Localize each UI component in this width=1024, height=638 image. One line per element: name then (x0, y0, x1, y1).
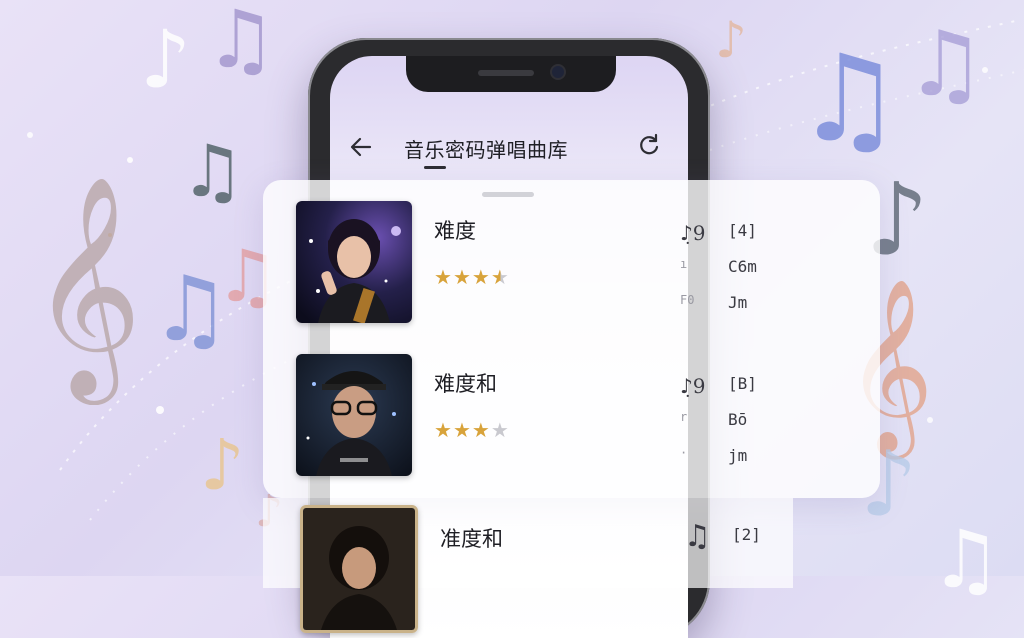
arrow-left-icon (350, 137, 372, 157)
meta-value: r (680, 410, 688, 424)
album-cover (300, 505, 418, 633)
star-icon: ★ (471, 265, 491, 289)
meta-value: F0 (680, 293, 695, 307)
treble-clef-icon: 𝄞 (30, 174, 143, 395)
refresh-button[interactable] (636, 132, 662, 164)
song-meta-left: ♫ (684, 519, 724, 555)
back-button[interactable] (348, 134, 374, 166)
meta-value: Jm (728, 293, 748, 312)
meta-value: ♪̣9 (680, 374, 706, 398)
music-note-icon: ♫ (180, 129, 245, 213)
song-meta-left: ♪̣9 ı F0 (680, 221, 720, 329)
song-row[interactable]: 难度和 ★★★★ ♪̣9 r · [B] Bō jm (296, 354, 856, 478)
star-icon: ★ (471, 418, 491, 442)
music-note-icon: ♫ (930, 513, 1002, 606)
meta-value: [B] (728, 374, 757, 393)
song-title: 准度和 (440, 527, 503, 551)
album-cover (296, 354, 412, 476)
music-note-icon: ♫ (795, 30, 903, 169)
song-title: 难度和 (434, 372, 497, 396)
star-icon: ★ (452, 265, 472, 289)
meta-value: ♫ (684, 519, 711, 554)
meta-value: · (680, 446, 688, 460)
music-note-icon: ♫ (905, 12, 986, 117)
meta-value: jm (728, 446, 748, 465)
song-meta-right: [2] (732, 525, 792, 561)
music-note-icon: ♪ (200, 424, 245, 506)
music-note-icon: ♪ (715, 11, 747, 69)
title-underline (424, 166, 446, 169)
song-meta-right: [B] Bō jm (728, 374, 788, 482)
song-row[interactable]: 难度 ★★★★ ♪̣9 ı F0 [4] C6m Jm (296, 201, 856, 325)
drag-handle[interactable] (482, 192, 534, 197)
meta-value: [2] (732, 525, 761, 544)
meta-value: [4] (728, 221, 757, 240)
music-note-icon: ♫ (150, 257, 231, 362)
page-title: 音乐密码弹唱曲库 (404, 138, 568, 162)
music-note-icon: ♪ (140, 13, 192, 106)
star-half-icon: ★ (490, 265, 510, 289)
difficulty-rating: ★★★★ (434, 418, 510, 442)
star-empty-icon: ★ (490, 418, 510, 442)
meta-value: Bō (728, 410, 748, 429)
song-meta-right: [4] C6m Jm (728, 221, 788, 329)
meta-value: ♪̣9 (680, 221, 706, 245)
refresh-icon (640, 133, 659, 155)
music-note-icon: ♫ (205, 0, 277, 86)
song-row[interactable]: 准度和 ♫ [2] (300, 505, 860, 633)
song-title: 难度 (434, 219, 476, 243)
star-icon: ★ (452, 418, 472, 442)
star-icon: ★ (434, 265, 453, 289)
front-camera-icon (552, 66, 564, 78)
app-header: 音乐密码弹唱曲库 (330, 122, 688, 172)
album-cover (296, 201, 412, 323)
phone-notch (406, 56, 616, 92)
star-icon: ★ (434, 418, 453, 442)
speaker-grille (478, 70, 534, 76)
meta-value: C6m (728, 257, 757, 276)
meta-value: ı (680, 257, 688, 271)
difficulty-rating: ★★★★ (434, 265, 510, 289)
song-meta-left: ♪̣9 r · (680, 374, 720, 482)
